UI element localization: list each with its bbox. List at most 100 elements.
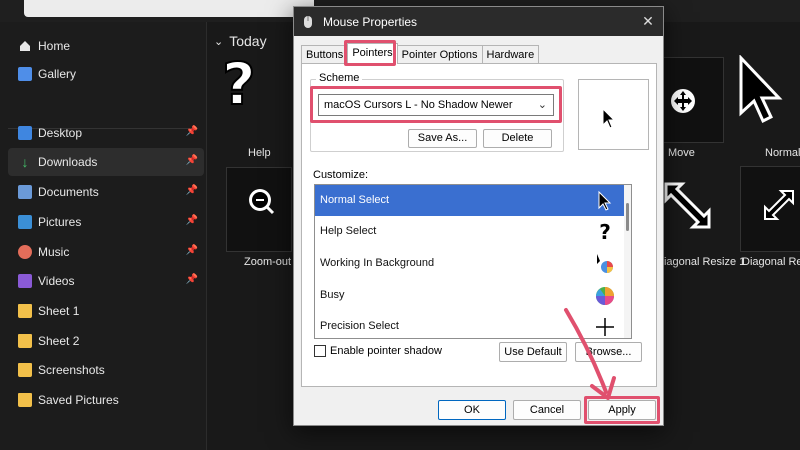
list-item-label: Working In Background: [320, 257, 435, 269]
tile-label: Move: [668, 147, 695, 159]
sidebar-item-label: Saved Pictures: [38, 393, 119, 407]
pictures-icon: [18, 215, 32, 229]
list-item-label: Busy: [320, 289, 345, 301]
music-icon: [18, 245, 32, 259]
sidebar-item-label: Pictures: [38, 215, 82, 229]
cursor-list[interactable]: Normal Select Help Select ? Working In B…: [314, 184, 632, 339]
sidebar-item-documents[interactable]: Documents 📌: [8, 178, 204, 206]
download-icon: ↓: [21, 154, 29, 170]
list-item-precision-select[interactable]: Precision Select: [315, 311, 626, 338]
cancel-button[interactable]: Cancel: [513, 400, 581, 420]
videos-icon: [18, 274, 32, 288]
list-item-working-in-background[interactable]: Working In Background: [315, 248, 626, 279]
pin-icon[interactable]: 📌: [186, 155, 198, 166]
customize-label: Customize:: [313, 169, 369, 181]
folder-icon: [18, 334, 32, 348]
mouse-icon: [304, 15, 312, 28]
pin-icon[interactable]: 📌: [186, 126, 198, 137]
tile-label: Zoom-out: [244, 256, 292, 268]
tab-buttons[interactable]: Buttons: [301, 45, 349, 64]
sidebar-item-pictures[interactable]: Pictures 📌: [8, 208, 204, 236]
diagonal-resize-icon: [664, 182, 711, 229]
list-scrollbar[interactable]: [624, 185, 631, 338]
sidebar-item-label: Screenshots: [38, 363, 105, 377]
tile-label: Diagonal Resize 2: [742, 256, 800, 268]
dialog-title: Mouse Properties: [323, 14, 418, 29]
pin-icon[interactable]: 📌: [186, 274, 198, 285]
sidebar-item-label: Sheet 2: [38, 334, 80, 348]
arrow-cursor-icon: [739, 55, 783, 124]
tile-thumbnail: [740, 166, 800, 252]
tile-label: Diagonal Resize 1: [656, 256, 746, 268]
tab-pointer-options[interactable]: Pointer Options: [396, 45, 483, 64]
list-item-label: Normal Select: [320, 194, 390, 206]
scheme-label: Scheme: [316, 72, 363, 84]
sidebar-item-label: Documents: [38, 185, 99, 199]
sidebar-item-videos[interactable]: Videos 📌: [8, 267, 204, 295]
question-cursor-icon: ?: [221, 49, 257, 119]
question-cursor-icon: ?: [599, 220, 611, 244]
sidebar-item-label: Videos: [38, 274, 75, 288]
sidebar-item-label: Downloads: [38, 155, 98, 169]
sidebar-item-screenshots[interactable]: Screenshots: [8, 356, 204, 384]
tile-label: Help: [248, 147, 271, 159]
use-default-button[interactable]: Use Default: [499, 342, 567, 362]
folder-icon: [18, 393, 32, 407]
checkbox-box[interactable]: [314, 345, 326, 357]
tab-hardware[interactable]: Hardware: [481, 45, 540, 64]
list-item-help-select[interactable]: Help Select ?: [315, 216, 626, 247]
close-icon: ✕: [642, 13, 654, 29]
sidebar-item-home[interactable]: Home: [8, 32, 204, 60]
address-bar[interactable]: [24, 0, 314, 17]
close-button[interactable]: ✕: [639, 12, 657, 30]
cursor-preview: [578, 79, 649, 150]
sidebar-item-label: Desktop: [38, 126, 83, 140]
enable-pointer-shadow-checkbox[interactable]: Enable pointer shadow: [314, 345, 442, 357]
delete-button[interactable]: Delete: [483, 129, 552, 148]
browse-button[interactable]: Browse...: [575, 342, 642, 362]
scheme-selected-value: macOS Cursors L - No Shadow Newer: [324, 99, 513, 111]
list-item-label: Precision Select: [320, 320, 399, 332]
sidebar-item-downloads[interactable]: ↓ Downloads 📌: [8, 148, 204, 176]
mouse-properties-dialog: Mouse Properties ✕ Buttons Pointers Poin…: [293, 6, 664, 426]
sidebar-item-sheet-2[interactable]: Sheet 2: [8, 327, 204, 355]
chevron-down-icon: ⌄: [214, 35, 224, 48]
tab-pointers[interactable]: Pointers: [347, 43, 398, 64]
gallery-icon: [18, 67, 32, 81]
folder-icon: [18, 363, 32, 377]
scheme-dropdown[interactable]: macOS Cursors L - No Shadow Newer ⌄: [318, 94, 554, 116]
sidebar-item-label: Home: [38, 39, 71, 53]
diagonal-resize-icon: [764, 190, 794, 220]
section-title: Today: [229, 33, 267, 49]
documents-icon: [18, 185, 32, 199]
sidebar-item-label: Music: [38, 245, 70, 259]
pin-icon[interactable]: 📌: [186, 245, 198, 256]
list-item-busy[interactable]: Busy: [315, 280, 626, 311]
home-icon: [18, 39, 32, 53]
explorer-sidebar: Home Gallery Desktop 📌 ↓ Downloads 📌 Doc…: [0, 22, 207, 450]
pin-icon[interactable]: 📌: [186, 185, 198, 196]
sidebar-item-music[interactable]: Music 📌: [8, 238, 204, 266]
section-header-today[interactable]: ⌄ Today: [214, 33, 267, 49]
folder-icon: [18, 304, 32, 318]
checkbox-label: Enable pointer shadow: [330, 345, 442, 357]
desktop-icon: [18, 126, 32, 140]
sidebar-item-saved-pictures[interactable]: Saved Pictures: [8, 386, 204, 414]
tile-thumbnail: [226, 167, 292, 252]
list-item-normal-select[interactable]: Normal Select: [315, 185, 626, 216]
scrollbar-thumb[interactable]: [626, 203, 629, 231]
ok-button[interactable]: OK: [438, 400, 506, 420]
color-wheel-icon: [596, 287, 614, 305]
sidebar-item-label: Sheet 1: [38, 304, 80, 318]
sidebar-item-sheet-1[interactable]: Sheet 1: [8, 297, 204, 325]
tab-strip: Buttons Pointers Pointer Options Hardwar…: [301, 42, 540, 64]
pin-icon[interactable]: 📌: [186, 215, 198, 226]
save-as-button[interactable]: Save As...: [408, 129, 477, 148]
sidebar-item-desktop[interactable]: Desktop 📌: [8, 119, 204, 147]
crosshair-icon: [596, 318, 614, 336]
tile-label: Normal: [765, 147, 800, 159]
dialog-title-bar[interactable]: Mouse Properties ✕: [294, 7, 663, 36]
sidebar-item-gallery[interactable]: Gallery: [8, 60, 204, 88]
arrow-cursor-icon: [602, 107, 616, 129]
apply-button[interactable]: Apply: [588, 400, 656, 420]
